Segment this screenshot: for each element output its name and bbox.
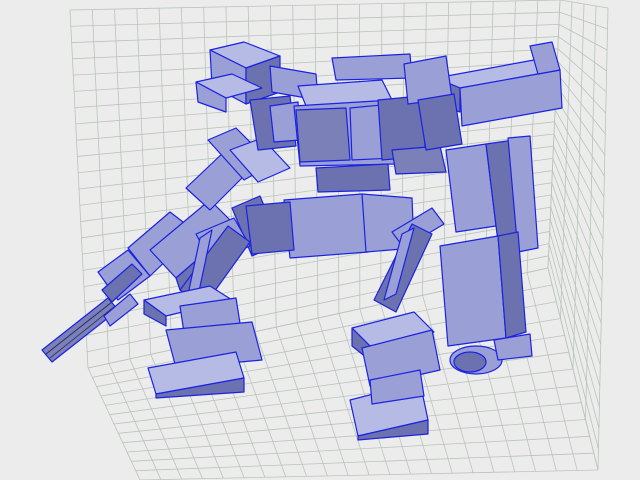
rear-leg[interactable]	[439, 231, 533, 375]
viewport-canvas[interactable]	[0, 0, 640, 480]
3d-viewport[interactable]	[0, 0, 640, 480]
hip-section[interactable]	[245, 193, 415, 259]
